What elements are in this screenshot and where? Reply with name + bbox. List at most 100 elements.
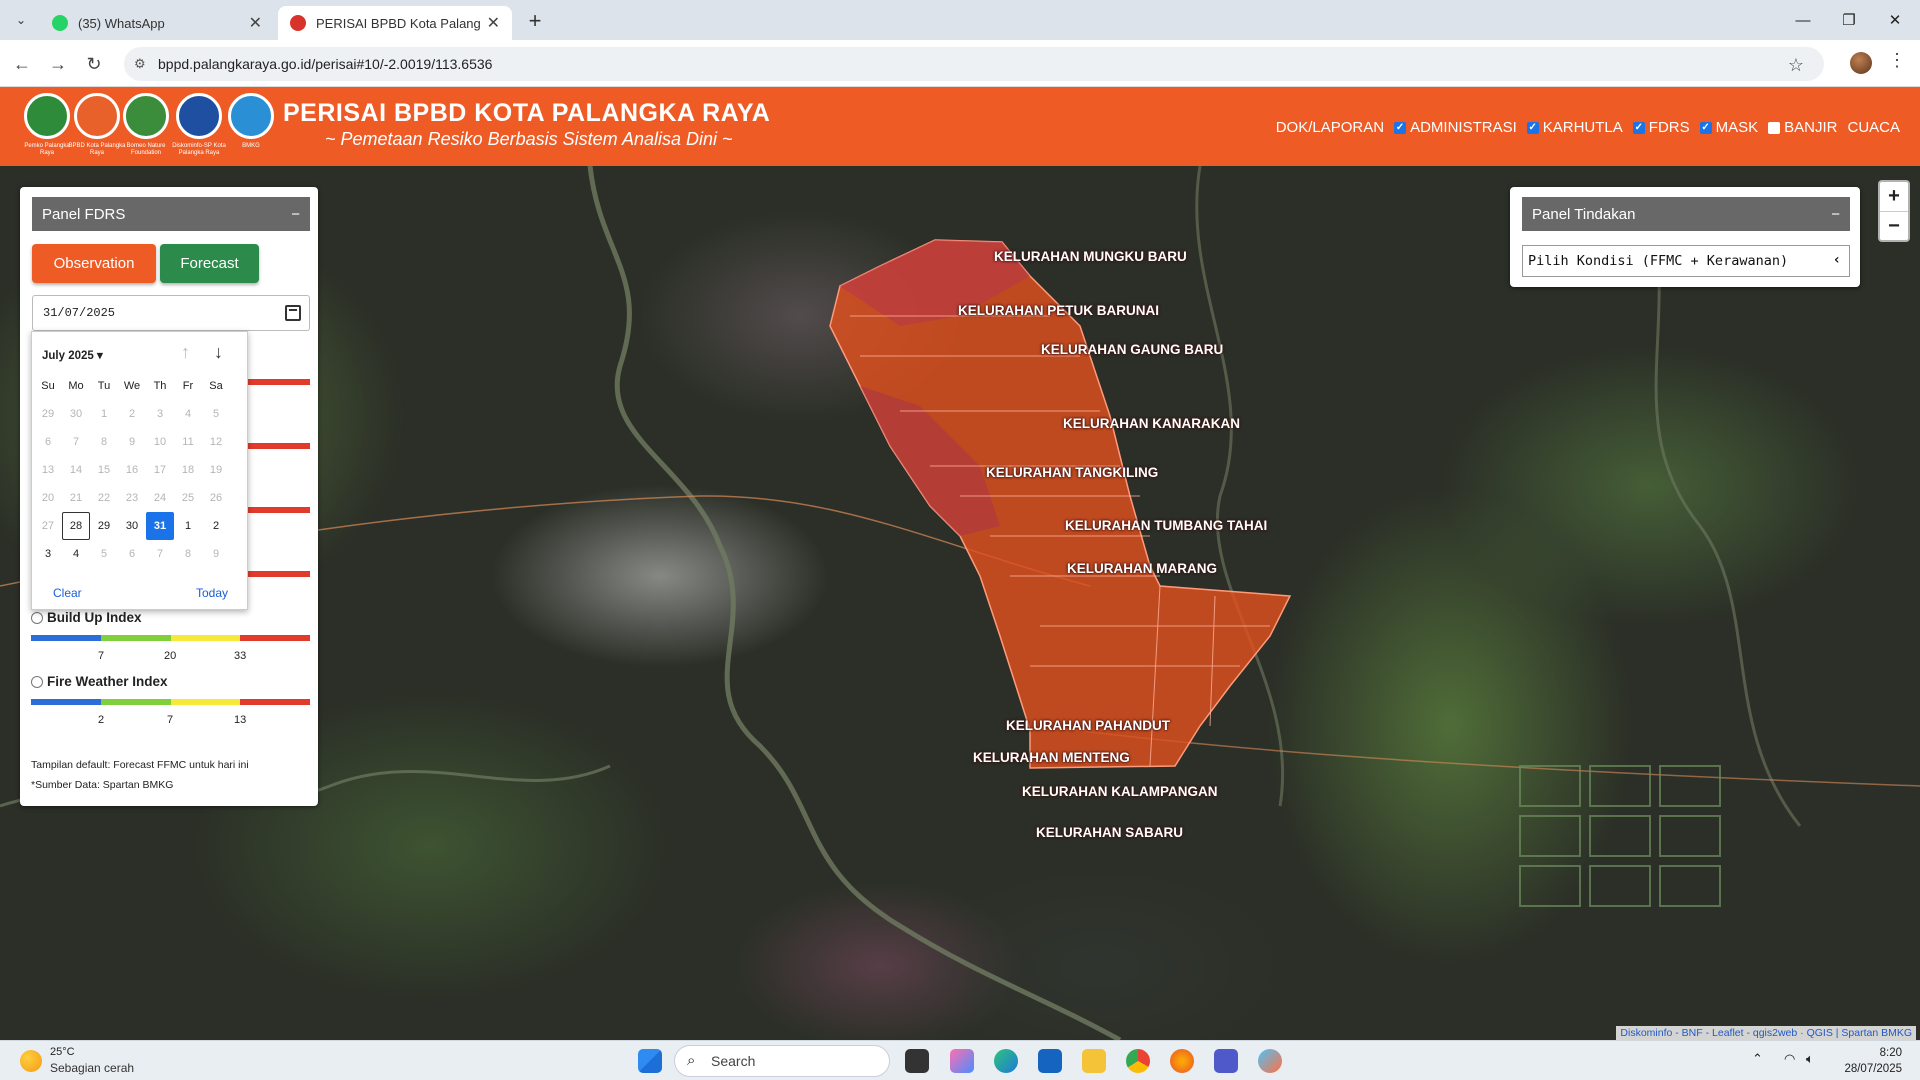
calendar-day[interactable]: 13 <box>34 456 62 484</box>
calendar-day[interactable]: 15 <box>90 456 118 484</box>
calendar-day[interactable]: 14 <box>62 456 90 484</box>
calendar-day[interactable]: 30 <box>118 512 146 540</box>
restore-icon[interactable]: ❐ <box>1826 6 1872 34</box>
calendar-day[interactable]: 26 <box>202 484 230 512</box>
calendar-day[interactable]: 16 <box>118 456 146 484</box>
browser-menu-icon[interactable]: ⋮ <box>1888 50 1906 71</box>
address-bar[interactable]: ⚙ bppd.palangkaraya.go.id/perisai#10/-2.… <box>124 47 1824 81</box>
calendar-day[interactable]: 3 <box>146 400 174 428</box>
calendar-day[interactable]: 27 <box>34 512 62 540</box>
reload-icon[interactable]: ↻ <box>80 50 108 78</box>
nav-item-banjir[interactable]: BANJIR <box>1768 119 1837 136</box>
profile-avatar[interactable] <box>1850 52 1872 74</box>
panel-fdrs-header[interactable]: Panel FDRS − <box>32 197 310 231</box>
window-close-icon[interactable]: ✕ <box>1872 6 1918 34</box>
taskbar-search[interactable]: ⌕ Search <box>674 1045 890 1077</box>
nav-item-mask[interactable]: ✓ MASK <box>1699 119 1758 136</box>
calendar-day[interactable]: 8 <box>90 428 118 456</box>
windows-start-icon[interactable] <box>638 1049 662 1073</box>
date-input[interactable]: 31/07/2025 <box>32 295 310 331</box>
nav-item-fdrs[interactable]: ✓ FDRS <box>1632 119 1690 136</box>
collapse-icon[interactable]: − <box>1831 206 1840 223</box>
index-option-bui[interactable]: Build Up Index <box>31 610 142 625</box>
calendar-day[interactable]: 19 <box>202 456 230 484</box>
panel-tindakan-header[interactable]: Panel Tindakan − <box>1522 197 1850 231</box>
calendar-day[interactable]: 6 <box>34 428 62 456</box>
observation-button[interactable]: Observation <box>32 244 156 283</box>
calendar-icon[interactable] <box>285 305 301 321</box>
calendar-day[interactable]: 12 <box>202 428 230 456</box>
app-icon[interactable] <box>1258 1049 1282 1073</box>
calendar-day[interactable]: 6 <box>118 540 146 568</box>
nav-item-administrasi[interactable]: ✓ ADMINISTRASI <box>1394 119 1517 136</box>
copilot-icon[interactable] <box>950 1049 974 1073</box>
calendar-day[interactable]: 10 <box>146 428 174 456</box>
zoom-out-button[interactable]: − <box>1880 211 1908 240</box>
prev-month-arrow-icon[interactable]: ↑ <box>181 342 190 363</box>
weather-sun-icon[interactable] <box>20 1050 42 1072</box>
teams-icon[interactable] <box>1214 1049 1238 1073</box>
index-option-fwi[interactable]: Fire Weather Index <box>31 674 168 689</box>
calendar-day[interactable]: 20 <box>34 484 62 512</box>
calendar-day[interactable]: 21 <box>62 484 90 512</box>
calendar-day[interactable]: 1 <box>174 512 202 540</box>
calendar-day[interactable]: 7 <box>146 540 174 568</box>
wifi-icon[interactable]: ◠ <box>1784 1051 1795 1067</box>
calendar-day[interactable]: 25 <box>174 484 202 512</box>
layer-checkbox[interactable]: ✓ <box>1526 121 1539 134</box>
bookmark-star-icon[interactable]: ☆ <box>1788 55 1804 76</box>
system-clock[interactable]: 8:20 28/07/2025 <box>1844 1045 1902 1077</box>
calendar-day[interactable]: 11 <box>174 428 202 456</box>
calendar-day[interactable]: 29 <box>34 400 62 428</box>
back-arrow-icon[interactable]: ← <box>8 50 36 78</box>
layer-checkbox[interactable]: ✓ <box>1699 121 1712 134</box>
nav-item-dok-laporan[interactable]: DOK/LAPORAN <box>1276 119 1384 136</box>
calendar-day[interactable]: 5 <box>202 400 230 428</box>
datepicker-today-link[interactable]: Today <box>196 586 228 600</box>
calendar-day[interactable]: 9 <box>118 428 146 456</box>
new-tab-plus-icon[interactable]: + <box>520 6 550 36</box>
layer-checkbox[interactable]: ✓ <box>1394 121 1407 134</box>
calendar-day[interactable]: 4 <box>174 400 202 428</box>
calendar-day[interactable]: 30 <box>62 400 90 428</box>
site-info-icon[interactable]: ⚙ <box>134 56 146 72</box>
edge-icon[interactable] <box>994 1049 1018 1073</box>
zoom-in-button[interactable]: + <box>1880 182 1908 211</box>
calendar-day[interactable]: 8 <box>174 540 202 568</box>
forecast-button[interactable]: Forecast <box>160 244 259 283</box>
calendar-day[interactable]: 9 <box>202 540 230 568</box>
calendar-day[interactable]: 28 <box>62 512 90 540</box>
weather-temperature[interactable]: 25°C <box>50 1046 75 1058</box>
chrome-icon[interactable] <box>1126 1049 1150 1073</box>
calendar-day[interactable]: 1 <box>90 400 118 428</box>
tab-perisai[interactable]: PERISAI BPBD Kota Palangka Raya ✕ <box>278 6 512 40</box>
layer-checkbox[interactable] <box>1768 121 1781 134</box>
tray-chevron-icon[interactable]: ⌃ <box>1752 1051 1763 1067</box>
weather-description[interactable]: Sebagian cerah <box>50 1061 134 1075</box>
volume-icon[interactable]: 🔈︎ <box>1806 1051 1814 1067</box>
calendar-day[interactable]: 31 <box>146 512 174 540</box>
firefox-icon[interactable] <box>1170 1049 1194 1073</box>
close-tab-icon[interactable]: ✕ <box>487 13 500 33</box>
radio-bui[interactable] <box>31 611 43 624</box>
calendar-day[interactable]: 4 <box>62 540 90 568</box>
calendar-day[interactable]: 23 <box>118 484 146 512</box>
map-attribution[interactable]: Diskominfo - BNF - Leaflet - qgis2web · … <box>1616 1026 1916 1040</box>
calendar-day[interactable]: 5 <box>90 540 118 568</box>
nav-item-cuaca[interactable]: CUACA <box>1847 119 1900 136</box>
tab-list-chevron-icon[interactable]: ⌄ <box>10 10 32 30</box>
calendar-day[interactable]: 22 <box>90 484 118 512</box>
calendar-day[interactable]: 29 <box>90 512 118 540</box>
task-view-icon[interactable] <box>905 1049 929 1073</box>
collapse-icon[interactable]: − <box>291 206 300 223</box>
calendar-day[interactable]: 24 <box>146 484 174 512</box>
calendar-day[interactable]: 17 <box>146 456 174 484</box>
calendar-day[interactable]: 18 <box>174 456 202 484</box>
tab-whatsapp[interactable]: (35) WhatsApp ✕ <box>40 6 274 40</box>
forward-arrow-icon[interactable]: → <box>44 50 72 78</box>
calendar-day[interactable]: 7 <box>62 428 90 456</box>
datepicker-clear-link[interactable]: Clear <box>53 586 82 600</box>
minimize-icon[interactable]: — <box>1780 6 1826 34</box>
datepicker-month-select[interactable]: July 2025 ▾ <box>42 348 103 362</box>
file-explorer-icon[interactable] <box>1082 1049 1106 1073</box>
